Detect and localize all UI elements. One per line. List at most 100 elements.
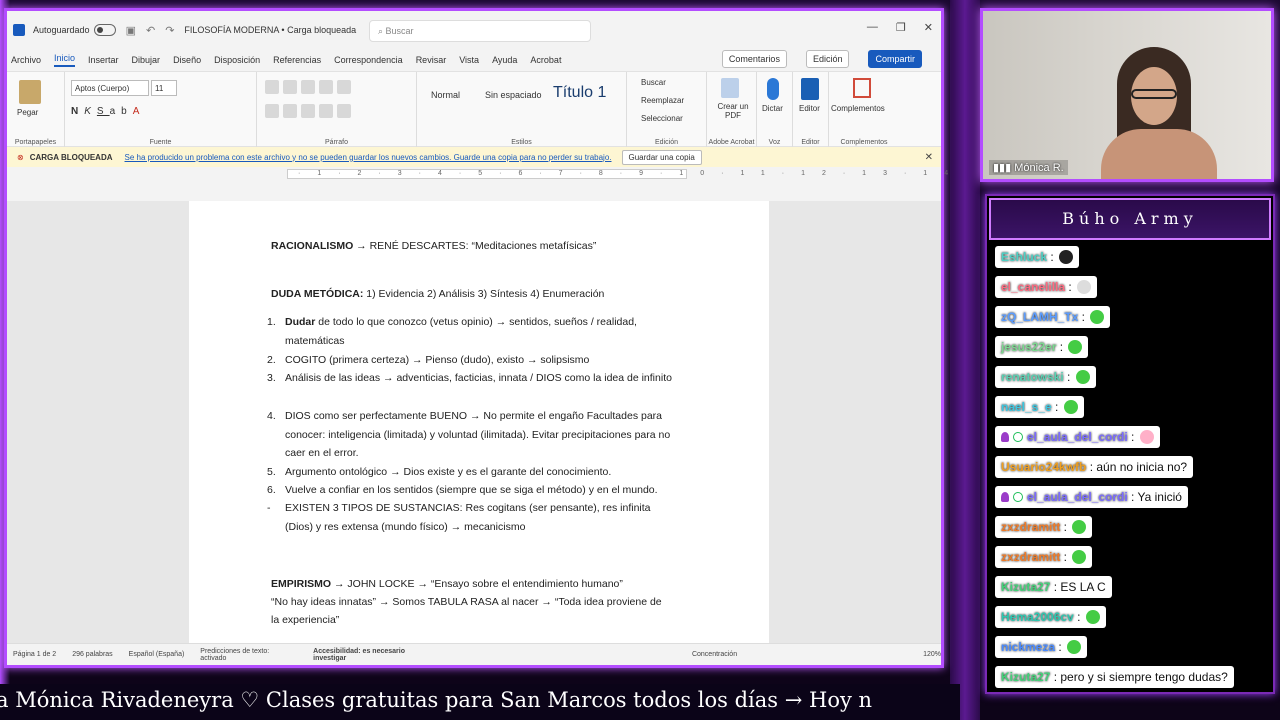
notification-message[interactable]: Se ha producido un problema con este arc… bbox=[125, 153, 612, 162]
accessibility-status[interactable]: Accesibilidad: es necesario investigar bbox=[313, 648, 440, 662]
find-button[interactable]: Buscar bbox=[641, 78, 666, 87]
chat-username[interactable]: Hema2006cv bbox=[1001, 610, 1074, 624]
share-button[interactable]: Compartir bbox=[868, 50, 922, 68]
language[interactable]: Español (España) bbox=[129, 651, 185, 658]
menu-correspondencia[interactable]: Correspondencia bbox=[334, 55, 403, 65]
menu-diseno[interactable]: Diseño bbox=[173, 55, 201, 65]
paste-icon[interactable] bbox=[19, 80, 41, 104]
paste-button[interactable]: Pegar bbox=[17, 108, 38, 117]
menu-archivo[interactable]: Archivo bbox=[11, 55, 41, 65]
list-number: 6. bbox=[267, 484, 276, 496]
emote-icon bbox=[1139, 430, 1154, 444]
menu-ayuda[interactable]: Ayuda bbox=[492, 55, 517, 65]
word-count[interactable]: 296 palabras bbox=[72, 651, 112, 658]
chat-username[interactable]: zQ_LAMH_Tx bbox=[1001, 310, 1078, 324]
chat-text: : bbox=[1047, 250, 1058, 264]
chat-message: Eshluck : bbox=[995, 246, 1080, 268]
microphone-icon[interactable] bbox=[767, 78, 779, 100]
chat-username[interactable]: el_aula_del_cordi bbox=[1027, 430, 1128, 444]
style-normal[interactable]: Normal bbox=[431, 90, 460, 100]
autosave-toggle[interactable] bbox=[93, 24, 116, 36]
chat-username[interactable]: jesus22er bbox=[1001, 340, 1056, 354]
chat-username[interactable]: zxzdramitt bbox=[1001, 520, 1060, 534]
align-right-icon[interactable] bbox=[301, 104, 315, 118]
strikethrough-icon[interactable]: ab bbox=[110, 106, 133, 117]
search-input[interactable]: ⌕ Buscar bbox=[369, 20, 591, 42]
menu-dibujar[interactable]: Dibujar bbox=[132, 55, 161, 65]
menu-disposicion[interactable]: Disposición bbox=[214, 55, 260, 65]
font-size-select[interactable]: 11 bbox=[151, 80, 177, 96]
close-notification-icon[interactable]: ✕ bbox=[925, 152, 933, 163]
style-no-spacing[interactable]: Sin espaciado bbox=[485, 90, 542, 100]
chat-message: Hema2006cv : bbox=[995, 606, 1106, 628]
styles-label: Estilos bbox=[511, 139, 532, 146]
page-count[interactable]: Página 1 de 2 bbox=[13, 651, 56, 658]
chat-text: : ES LA C bbox=[1050, 580, 1106, 594]
create-pdf-button[interactable]: Crear un PDF bbox=[713, 102, 753, 120]
italic-icon[interactable]: K bbox=[84, 106, 97, 117]
save-copy-button[interactable]: Guardar una copia bbox=[621, 149, 702, 165]
addins-icon[interactable] bbox=[853, 78, 871, 98]
menu-revisar[interactable]: Revisar bbox=[416, 55, 447, 65]
zoom-level[interactable]: 120% bbox=[923, 651, 941, 658]
bold-icon[interactable]: N bbox=[71, 106, 84, 117]
menu-acrobat[interactable]: Acrobat bbox=[530, 55, 561, 65]
chat-username[interactable]: el_aula_del_cordi bbox=[1027, 490, 1128, 504]
restore-icon[interactable]: ❐ bbox=[896, 21, 906, 34]
focus-mode[interactable]: Concentración bbox=[692, 651, 737, 658]
menu-referencias[interactable]: Referencias bbox=[273, 55, 321, 65]
chat-username[interactable]: nickmeza bbox=[1001, 640, 1055, 654]
pilcrow-icon[interactable] bbox=[337, 80, 351, 94]
chat-username[interactable]: zxzdramitt bbox=[1001, 550, 1060, 564]
minimize-icon[interactable]: — bbox=[867, 21, 878, 34]
stream-overlay: Autoguardado ▣ ↶ ↷ FILOSOFÍA MODERNA • C… bbox=[0, 0, 1280, 720]
pdf-icon[interactable] bbox=[721, 78, 739, 98]
edit-mode-button[interactable]: Edición bbox=[805, 50, 850, 68]
indent-icon[interactable] bbox=[319, 80, 333, 94]
editor-icon[interactable] bbox=[801, 78, 819, 100]
font-color-icon[interactable]: A bbox=[133, 106, 146, 117]
dictate-button[interactable]: Dictar bbox=[762, 104, 783, 113]
chat-username[interactable]: Kizuta27 bbox=[1001, 670, 1050, 684]
chat-title: Búho Army bbox=[989, 198, 1271, 240]
chat-username[interactable]: Kizuta27 bbox=[1001, 580, 1050, 594]
editor-button[interactable]: Editor bbox=[799, 104, 820, 113]
redo-icon[interactable]: ↷ bbox=[165, 24, 174, 37]
chat-username[interactable]: nael_s_e bbox=[1001, 400, 1052, 414]
menu-inicio[interactable]: Inicio bbox=[54, 53, 76, 67]
emote-icon bbox=[1068, 340, 1083, 354]
chat-text: : aún no inicia no? bbox=[1086, 460, 1188, 474]
close-icon[interactable]: ✕ bbox=[924, 21, 933, 34]
list-text: DIOS como ser perfectamente BUENO → No p… bbox=[285, 410, 671, 460]
document-page[interactable]: RACIONALISMO → RENÉ DESCARTES: “Meditaci… bbox=[189, 201, 769, 645]
numbering-icon[interactable] bbox=[283, 80, 297, 94]
chat-message: Kizuta27 : ES LA C bbox=[995, 576, 1112, 598]
align-center-icon[interactable] bbox=[283, 104, 297, 118]
chat-message: el_aula_del_cordi : bbox=[995, 426, 1160, 448]
menu-insertar[interactable]: Insertar bbox=[88, 55, 119, 65]
font-name-select[interactable]: Aptos (Cuerpo) bbox=[71, 80, 149, 96]
list-text: Argumento ontológico → Dios existe y es … bbox=[285, 466, 612, 478]
text-predictions[interactable]: Predicciones de texto: activado bbox=[200, 648, 297, 662]
menu-vista[interactable]: Vista bbox=[459, 55, 479, 65]
replace-button[interactable]: Reemplazar bbox=[641, 96, 684, 105]
save-icon[interactable]: ▣ bbox=[126, 24, 136, 37]
list-text: COGITO (primera certeza) → Pienso (dudo)… bbox=[285, 354, 590, 366]
shading-icon[interactable] bbox=[337, 104, 351, 118]
style-title1[interactable]: Título 1 bbox=[553, 84, 606, 102]
align-left-icon[interactable] bbox=[265, 104, 279, 118]
chat-username[interactable]: el_canelilla bbox=[1001, 280, 1065, 294]
bullets-icon[interactable] bbox=[265, 80, 279, 94]
multilevel-icon[interactable] bbox=[301, 80, 315, 94]
document-title[interactable]: FILOSOFÍA MODERNA • Carga bloqueada bbox=[184, 25, 356, 35]
chat-username[interactable]: Eshluck bbox=[1001, 250, 1047, 264]
underline-icon[interactable]: S bbox=[97, 106, 110, 117]
justify-icon[interactable] bbox=[319, 104, 333, 118]
chat-username[interactable]: Usuario24kwfb bbox=[1001, 460, 1086, 474]
chat-message: Kizuta27 : pero y si siempre tengo dudas… bbox=[995, 666, 1234, 688]
comments-button[interactable]: Comentarios bbox=[721, 50, 787, 68]
chat-username[interactable]: renatowski bbox=[1001, 370, 1064, 384]
select-button[interactable]: Seleccionar bbox=[641, 114, 683, 123]
addins-button[interactable]: Complementos bbox=[831, 104, 885, 113]
undo-icon[interactable]: ↶ bbox=[146, 24, 155, 37]
